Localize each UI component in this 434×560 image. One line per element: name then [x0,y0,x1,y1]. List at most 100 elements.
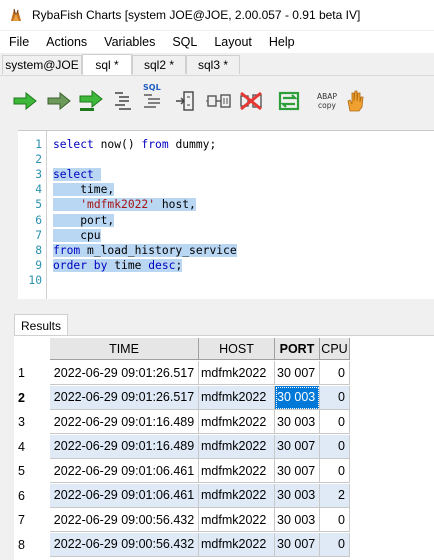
cell-cpu[interactable]: 0 [320,410,350,434]
column-header-cpu[interactable]: CPU [320,338,350,360]
row-header[interactable]: 2 [14,386,50,410]
cell-port[interactable]: 30 003 [275,483,320,508]
code-text: select [53,168,101,182]
row-header[interactable]: 6 [14,484,50,508]
cell-host[interactable]: mdfmk2022 [199,532,275,557]
line-number: 3 [35,168,42,182]
cell-port[interactable]: 30 003 [275,410,320,434]
connect-button[interactable] [206,88,232,114]
cell-port[interactable]: 30 007 [275,532,320,557]
tab-sql3[interactable]: sql3 * [186,55,240,74]
abap-copy-button[interactable]: ABAP copy [312,88,342,114]
menu-variables[interactable]: Variables [97,35,162,49]
cell-time[interactable]: 2022-06-29 09:01:16.489 [50,434,199,459]
cell-port[interactable]: 30 003 [275,508,320,532]
cell-port[interactable]: 30 007 [275,434,320,459]
code-text: cpu [53,228,101,242]
execute-all-button[interactable] [78,88,104,114]
cell-cpu[interactable]: 2 [320,483,350,508]
cell-time[interactable]: 2022-06-29 09:01:06.461 [50,483,199,508]
cell-host[interactable]: mdfmk2022 [199,385,275,410]
code-line: 9 order by time desc; [18,258,434,274]
results-tab[interactable]: Results [14,314,68,336]
column-header-host[interactable]: HOST [199,338,275,360]
cell-port[interactable]: 30 003 [275,385,320,410]
line-number: 8 [35,243,42,257]
line-number: 5 [35,198,42,212]
tab-sql2[interactable]: sql2 * [132,55,186,74]
sql-keyword: from [141,138,169,151]
sql-token: port, [53,213,115,227]
line-number: 2 [35,153,42,167]
menu-file[interactable]: File [0,35,36,49]
cell-time[interactable]: 2022-06-29 09:01:26.517 [50,385,199,410]
sql-string: 'mdfmk2022' [80,198,156,212]
cell-host[interactable]: mdfmk2022 [199,459,275,483]
sql-token: now() [93,138,142,151]
results-grid[interactable]: TIME HOST PORT CPU 1 2022-06-29 09:01:26.… [14,335,434,560]
code-line: 4 time, [18,183,434,198]
disconnect-button[interactable] [238,88,264,114]
format-sql-button[interactable] [110,88,136,114]
row-header[interactable]: 8 [14,533,50,557]
sql-token: time, [53,183,115,197]
cell-host[interactable]: mdfmk2022 [199,483,275,508]
cell-host[interactable]: mdfmk2022 [199,361,275,385]
cell-time[interactable]: 2022-06-29 09:01:16.489 [50,410,199,434]
execute-current-button[interactable] [46,88,72,114]
execute-button[interactable] [12,88,38,114]
cell-port[interactable]: 30 007 [275,459,320,483]
line-number: 9 [35,258,42,272]
menu-actions[interactable]: Actions [39,35,94,49]
row-header[interactable]: 5 [14,459,50,483]
execute-all-icon [79,90,103,111]
disconnect-icon [240,91,262,111]
cell-port[interactable]: 30 007 [275,361,320,385]
svg-text:SQL: SQL [143,83,161,92]
explain-plan-button[interactable] [172,88,198,114]
column-header-time[interactable]: TIME [50,338,199,360]
cell-host[interactable]: mdfmk2022 [199,434,275,459]
cell-time[interactable]: 2022-06-29 09:00:56.432 [50,508,199,532]
tab-system[interactable]: system@JOE [2,55,82,74]
tab-sql[interactable]: sql * [82,54,132,75]
menu-sql[interactable]: SQL [165,35,204,49]
menu-layout[interactable]: Layout [207,35,259,49]
connect-icon [206,94,231,108]
hand-icon [347,90,364,112]
cell-cpu[interactable]: 0 [320,508,350,532]
hand-button[interactable] [342,88,368,114]
line-number: 10 [28,273,42,287]
cell-cpu[interactable]: 0 [320,459,350,483]
row-header[interactable]: 3 [14,410,50,434]
code-line: 3 select [18,168,434,183]
menu-help[interactable]: Help [262,35,302,49]
sql-editor[interactable]: 1 select now() from dummy; 2 3 select 4 time… [18,130,434,299]
line-number: 1 [35,138,42,151]
sql-keyword: select [53,168,94,182]
code-line: 8 from m_load_history_service [18,243,434,259]
code-line: 2 [18,153,434,168]
row-header[interactable]: 7 [14,508,50,532]
cell-cpu[interactable]: 0 [320,434,350,459]
cell-host[interactable]: mdfmk2022 [199,410,275,434]
code-line: 7 cpu [18,228,434,244]
cell-host[interactable]: mdfmk2022 [199,508,275,532]
row-header[interactable]: 1 [14,361,50,385]
cell-time[interactable]: 2022-06-29 09:00:56.432 [50,532,199,557]
column-header-port[interactable]: PORT [275,338,320,360]
sql-button[interactable]: SQL [140,83,166,110]
cell-cpu[interactable]: 0 [320,532,350,557]
cell-cpu[interactable]: 0 [320,361,350,385]
cell-time[interactable]: 2022-06-29 09:01:26.517 [50,361,199,385]
cell-cpu[interactable]: 0 [320,385,350,410]
row-header[interactable]: 4 [14,435,50,459]
code-line: 10 [18,274,434,289]
sql-token: ; [175,258,183,272]
refresh-button[interactable] [276,88,302,114]
sql-keyword: from [53,243,81,257]
cell-time[interactable]: 2022-06-29 09:01:06.461 [50,459,199,483]
code-text: port, [53,213,115,227]
code-text: from m_load_history_service [53,243,237,257]
